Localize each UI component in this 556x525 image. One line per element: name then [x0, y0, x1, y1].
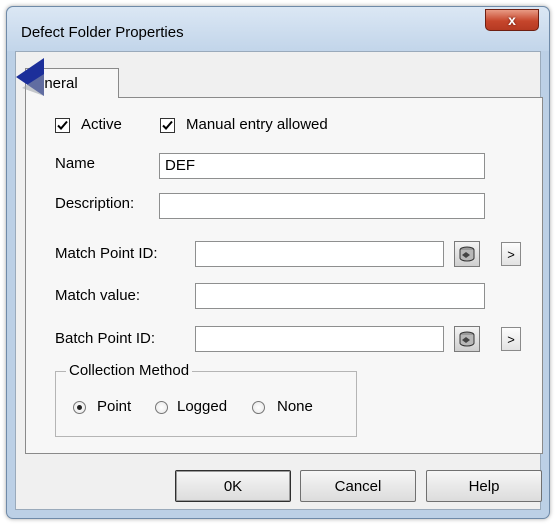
checkmark-icon [57, 120, 68, 130]
match-point-id-label: Match Point ID: [55, 245, 158, 262]
ok-button[interactable]: 0K [175, 470, 291, 502]
batch-point-browse-button[interactable]: > [501, 327, 521, 351]
chevron-right-icon: > [507, 331, 515, 347]
radio-logged-label: Logged [177, 398, 228, 415]
name-label: Name [55, 155, 96, 172]
active-checkbox[interactable] [55, 118, 70, 133]
help-button-label: Help [468, 477, 500, 495]
database-lookup-icon [459, 331, 475, 347]
ok-button-label: 0K [223, 477, 243, 495]
match-value-label: Match value: [55, 287, 141, 304]
active-label: Active [81, 116, 122, 133]
batch-point-id-field[interactable] [195, 326, 444, 352]
general-tab-panel: Active Manual entry allowed Name DEF Des… [25, 97, 543, 454]
batch-point-lookup-button[interactable] [454, 326, 480, 352]
description-label: Description: [55, 195, 135, 212]
dialog-client-area: eneral Active Manual entry allowed Name … [15, 51, 543, 510]
match-point-browse-button[interactable]: > [501, 242, 521, 266]
radio-selected-dot [77, 405, 82, 410]
radio-none[interactable] [252, 401, 265, 414]
batch-point-id-label: Batch Point ID: [55, 330, 156, 347]
help-button[interactable]: Help [426, 470, 542, 502]
match-point-id-field[interactable] [195, 241, 444, 267]
window-title: Defect Folder Properties [21, 24, 184, 41]
match-point-lookup-button[interactable] [454, 241, 480, 267]
description-field[interactable] [159, 193, 485, 219]
name-field[interactable]: DEF [159, 153, 485, 179]
collection-method-group: Collection Method Point Logged None [55, 362, 357, 437]
radio-point-label: Point [97, 398, 132, 415]
chevron-right-icon: > [507, 246, 515, 262]
radio-logged[interactable] [155, 401, 168, 414]
radio-none-label: None [277, 398, 313, 415]
radio-point[interactable] [73, 401, 86, 414]
checkmark-icon [162, 120, 173, 130]
close-icon: x [508, 12, 516, 28]
database-lookup-icon [459, 246, 475, 262]
manual-entry-checkbox[interactable] [160, 118, 175, 133]
dialog-window: Defect Folder Properties x eneral Active [6, 6, 550, 519]
collection-method-legend: Collection Method [66, 362, 193, 379]
back-arrow-icon[interactable] [16, 58, 44, 96]
close-button[interactable]: x [485, 9, 539, 31]
cancel-button[interactable]: Cancel [300, 470, 416, 502]
cancel-button-label: Cancel [334, 477, 382, 495]
match-value-field[interactable] [195, 283, 485, 309]
manual-entry-label: Manual entry allowed [186, 116, 328, 133]
title-bar[interactable]: Defect Folder Properties x [7, 7, 549, 51]
